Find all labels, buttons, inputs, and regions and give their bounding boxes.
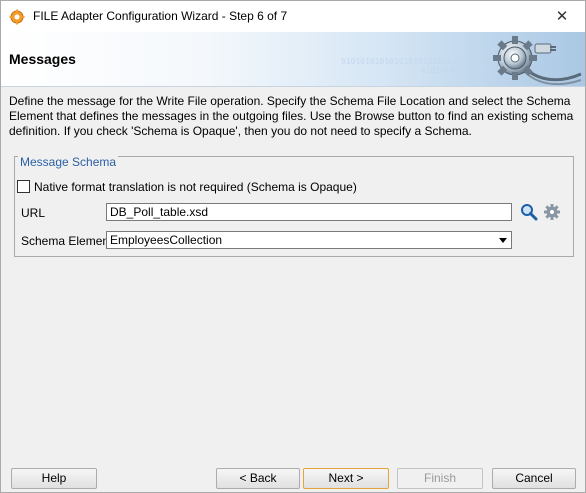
window-title: FILE Adapter Configuration Wizard - Step… xyxy=(33,9,288,23)
wizard-window: FILE Adapter Configuration Wizard - Step… xyxy=(0,0,586,493)
close-button[interactable]: ✕ xyxy=(539,1,585,31)
browse-search-icon[interactable] xyxy=(520,203,538,221)
generate-schema-gear-icon[interactable] xyxy=(544,204,560,220)
cancel-button[interactable]: Cancel xyxy=(492,468,576,489)
close-icon: ✕ xyxy=(555,8,569,25)
schema-element-value: EmployeesCollection xyxy=(110,233,223,247)
finish-button[interactable]: Finish xyxy=(397,468,483,489)
opaque-schema-row[interactable]: Native format translation is not require… xyxy=(17,179,357,194)
next-button[interactable]: Next > xyxy=(303,468,389,489)
gear-plug-icon xyxy=(493,36,582,86)
schema-element-select[interactable]: EmployeesCollection xyxy=(106,231,512,249)
chevron-down-icon xyxy=(499,238,507,243)
binary-decoration-2: 0101010101010 xyxy=(421,66,484,75)
back-button[interactable]: < Back xyxy=(216,468,300,489)
title-bar: FILE Adapter Configuration Wizard - Step… xyxy=(1,1,585,32)
binary-decoration: 01010101010101010101010101 xyxy=(341,57,467,66)
help-button[interactable]: Help xyxy=(11,468,97,489)
step-header: Messages 01010101010101010101010101 0101… xyxy=(1,32,585,87)
opaque-schema-label: Native format translation is not require… xyxy=(34,179,357,194)
url-label: URL xyxy=(21,206,46,220)
url-input[interactable]: DB_Poll_table.xsd xyxy=(106,203,512,221)
step-title: Messages xyxy=(9,51,76,67)
adapter-wizard-icon xyxy=(9,9,25,25)
step-description: Define the message for the Write File op… xyxy=(9,94,574,138)
schema-element-label: Schema Element xyxy=(21,234,113,248)
opaque-schema-checkbox[interactable] xyxy=(17,180,30,193)
message-schema-legend: Message Schema xyxy=(18,155,119,169)
